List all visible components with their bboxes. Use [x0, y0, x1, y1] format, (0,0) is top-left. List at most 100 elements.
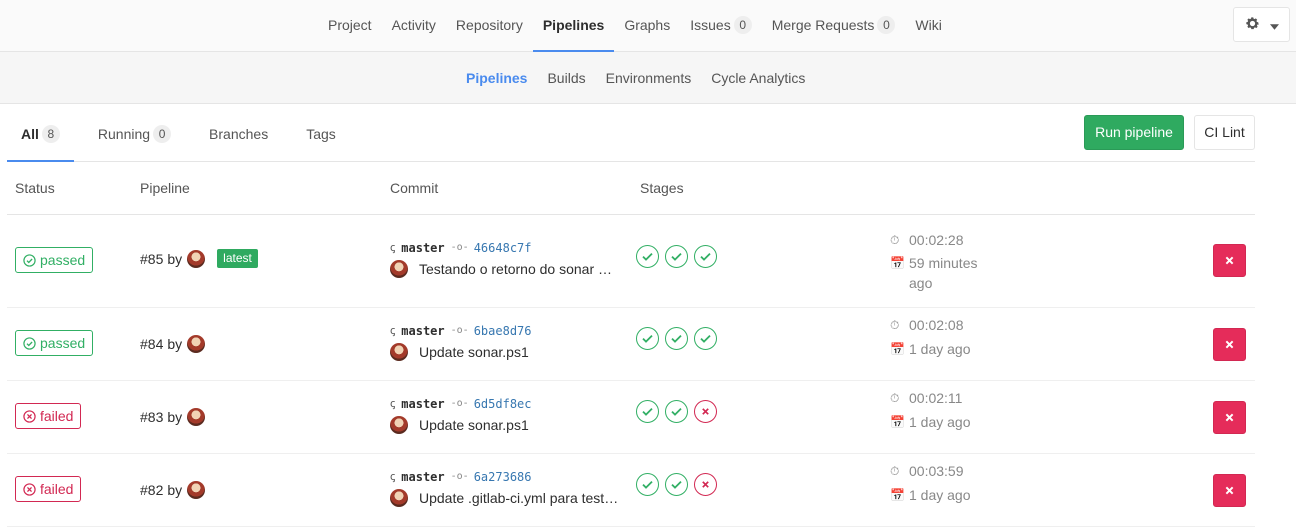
status-label: failed — [40, 481, 74, 497]
nav-wiki-label: Wiki — [915, 17, 942, 33]
tab-tags-label: Tags — [306, 126, 336, 142]
commit-sha-link[interactable]: 6bae8d76 — [474, 324, 532, 338]
table-row: failed #82 by ꞔ master -o- 6a273686 Upda… — [7, 454, 1255, 527]
avatar[interactable] — [390, 489, 408, 507]
commit-sha-link[interactable]: 6a273686 — [474, 470, 532, 484]
pipeline-id-link[interactable]: #83 — [140, 409, 163, 425]
avatar[interactable] — [187, 335, 206, 353]
project-nav-links: Project Activity Repository Pipelines Gr… — [318, 0, 952, 52]
close-icon — [1225, 486, 1234, 495]
commit-info: ꞔ master -o- 46648c7f Testando o retorno… — [390, 240, 612, 278]
tab-tags[interactable]: Tags — [292, 108, 350, 161]
tab-branches[interactable]: Branches — [195, 108, 282, 161]
commit-sha-link[interactable]: 46648c7f — [474, 241, 532, 255]
finished-at: 1 day ago — [909, 414, 971, 430]
stage-failed-icon[interactable] — [694, 400, 717, 423]
commit-title-link[interactable]: Update sonar.ps1 — [419, 344, 529, 360]
nav-wiki[interactable]: Wiki — [905, 0, 951, 52]
tab-running-label: Running — [97, 126, 151, 142]
subnav-cycle-analytics[interactable]: Cycle Analytics — [701, 52, 815, 104]
pipeline-id-link[interactable]: #82 — [140, 482, 163, 498]
avatar[interactable] — [390, 416, 408, 434]
stage-success-icon[interactable] — [694, 327, 717, 350]
branch-link[interactable]: master — [401, 470, 444, 484]
avatar[interactable] — [390, 260, 408, 278]
finished-at: 1 day ago — [909, 341, 971, 357]
pipelines-table-body: passed #85 by latest ꞔ master -o- 46648c… — [7, 215, 1255, 527]
nav-activity[interactable]: Activity — [382, 0, 446, 52]
stage-success-icon[interactable] — [665, 473, 688, 496]
caret-down-icon — [1269, 17, 1279, 33]
stage-success-icon[interactable] — [665, 327, 688, 350]
pipeline-info: #83 by — [140, 408, 206, 426]
branch-link[interactable]: master — [401, 324, 444, 338]
x-circle-icon — [23, 482, 36, 496]
tab-branches-label: Branches — [209, 126, 269, 142]
stopwatch-icon: ⏱ — [890, 464, 900, 478]
gear-icon — [1245, 16, 1260, 34]
duration: 00:02:08 — [909, 317, 964, 333]
pipeline-timing: ⏱ 00:02:11 📅 1 day ago — [890, 388, 999, 432]
pipeline-info: #82 by — [140, 481, 206, 499]
nav-project[interactable]: Project — [318, 0, 382, 52]
stopwatch-icon: ⏱ — [890, 391, 900, 405]
close-icon — [1225, 413, 1234, 422]
merge-requests-count-badge: 0 — [877, 16, 896, 34]
commit-title-link[interactable]: Testando o retorno do sonar … — [419, 261, 612, 277]
nav-graphs[interactable]: Graphs — [614, 0, 680, 52]
avatar[interactable] — [187, 408, 206, 426]
all-count-badge: 8 — [41, 125, 60, 143]
stopwatch-icon: ⏱ — [890, 318, 900, 332]
nav-pipelines[interactable]: Pipelines — [532, 0, 615, 52]
commit-sha-link[interactable]: 6d5df8ec — [474, 397, 532, 411]
by-label: by — [167, 482, 183, 498]
settings-dropdown-button[interactable] — [1233, 7, 1290, 42]
nav-repository[interactable]: Repository — [446, 0, 533, 52]
nav-repository-label: Repository — [455, 17, 523, 33]
tab-all[interactable]: All 8 — [7, 108, 74, 162]
status-badge[interactable]: failed — [15, 403, 82, 429]
avatar[interactable] — [187, 249, 206, 268]
header-pipeline: Pipeline — [140, 180, 190, 196]
subnav-environments[interactable]: Environments — [596, 52, 702, 104]
stage-success-icon[interactable] — [636, 327, 659, 350]
subnav-pipelines[interactable]: Pipelines — [456, 52, 537, 104]
cancel-pipeline-button[interactable] — [1213, 328, 1246, 361]
pipeline-id-link[interactable]: #85 — [140, 251, 163, 267]
stage-failed-icon[interactable] — [694, 473, 717, 496]
pipeline-timing: ⏱ 00:03:59 📅 1 day ago — [890, 461, 999, 505]
avatar[interactable] — [390, 343, 408, 361]
run-pipeline-button[interactable]: Run pipeline — [1084, 115, 1184, 150]
cancel-pipeline-button[interactable] — [1213, 474, 1246, 507]
cancel-pipeline-button[interactable] — [1213, 401, 1246, 434]
avatar[interactable] — [187, 481, 206, 499]
stage-success-icon[interactable] — [694, 245, 717, 268]
stages-group — [636, 245, 717, 268]
stage-success-icon[interactable] — [636, 473, 659, 496]
nav-merge-requests[interactable]: Merge Requests 0 — [762, 0, 906, 52]
commit-title-link[interactable]: Update sonar.ps1 — [419, 417, 529, 433]
commit-info: ꞔ master -o- 6a273686 Update .gitlab-ci.… — [390, 469, 618, 507]
commit-info: ꞔ master -o- 6d5df8ec Update sonar.ps1 — [390, 396, 532, 434]
ci-lint-button[interactable]: CI Lint — [1194, 115, 1255, 150]
stage-success-icon[interactable] — [636, 400, 659, 423]
nav-issues[interactable]: Issues 0 — [680, 0, 761, 52]
header-status: Status — [15, 180, 55, 196]
commit-title-link[interactable]: Update .gitlab-ci.yml para test… — [419, 490, 618, 506]
branch-link[interactable]: master — [401, 241, 444, 255]
subnav-builds[interactable]: Builds — [537, 52, 595, 104]
duration: 00:03:59 — [909, 463, 964, 479]
branch-link[interactable]: master — [401, 397, 444, 411]
status-badge[interactable]: failed — [15, 476, 82, 502]
cancel-pipeline-button[interactable] — [1213, 244, 1246, 277]
stage-success-icon[interactable] — [665, 245, 688, 268]
pipelines-subnav: Pipelines Builds Environments Cycle Anal… — [0, 52, 1296, 104]
stage-success-icon[interactable] — [636, 245, 659, 268]
status-badge[interactable]: passed — [15, 247, 94, 273]
status-badge[interactable]: passed — [15, 330, 94, 356]
pipelines-subnav-links: Pipelines Builds Environments Cycle Anal… — [456, 52, 815, 104]
stage-success-icon[interactable] — [665, 400, 688, 423]
tab-running[interactable]: Running 0 — [84, 108, 185, 161]
pipeline-id-link[interactable]: #84 — [140, 336, 163, 352]
scope-tabs: All 8 Running 0 Branches Tags — [7, 108, 1255, 162]
